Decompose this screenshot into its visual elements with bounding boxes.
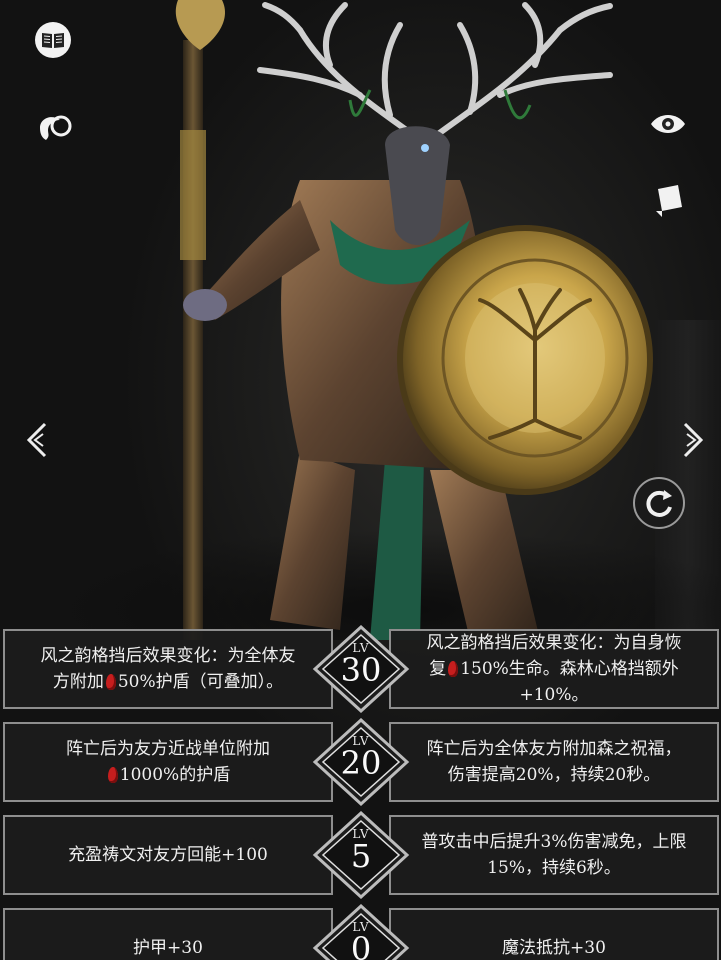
next-arrow-icon[interactable] bbox=[676, 420, 712, 460]
level-number: 20 bbox=[340, 744, 382, 782]
skill-text-line: 风之韵格挡后效果变化：为自身恢 bbox=[426, 633, 682, 653]
skill-text-line: +10%。 bbox=[519, 685, 589, 705]
level-number: 5 bbox=[350, 837, 372, 875]
skill-text-line: 阵亡后为全体友方附加森之祝福， bbox=[426, 739, 682, 759]
antlers bbox=[257, 2, 613, 143]
skill-effect-right: 阵亡后为全体友方附加森之祝福， 伤害提高20%，持续20秒。 bbox=[389, 722, 719, 802]
card-icon[interactable] bbox=[648, 180, 688, 220]
level-number: 30 bbox=[340, 651, 382, 689]
skill-effect-left: 风之韵格挡后效果变化：为全体友 方附加 50%护盾（可叠加）。 bbox=[3, 629, 333, 709]
prev-arrow-icon[interactable] bbox=[18, 420, 54, 460]
eye-icon[interactable] bbox=[648, 106, 688, 142]
rotate-icon[interactable] bbox=[632, 476, 686, 530]
character-figure[interactable] bbox=[150, 0, 680, 640]
level-badge: LV 30 bbox=[311, 625, 411, 713]
level-number: 0 bbox=[350, 930, 372, 960]
level-badge: LV 0 bbox=[311, 904, 411, 960]
skill-text-line: 风之韵格挡后效果变化：为全体友 bbox=[40, 646, 296, 666]
level-badge: LV 20 bbox=[311, 718, 411, 806]
skill-text-line: 15%，持续6秒。 bbox=[487, 858, 621, 878]
skill-effect-right: 风之韵格挡后效果变化：为自身恢复 150%生命。森林心格挡额外 +10%。 bbox=[389, 629, 719, 709]
blood-drop-icon bbox=[448, 661, 459, 677]
skill-text-line: 1000%的护盾 bbox=[66, 762, 270, 788]
skill-text-line: 护甲+30 bbox=[133, 938, 203, 958]
skill-text-line: 伤害提高20%，持续20秒。 bbox=[447, 765, 661, 785]
blood-drop-icon bbox=[107, 767, 118, 783]
book-icon[interactable] bbox=[33, 20, 73, 60]
chat-bubble-icon[interactable] bbox=[34, 106, 74, 146]
level-badge: LV 5 bbox=[311, 811, 411, 899]
skill-text-line: 充盈祷文对友方回能+100 bbox=[68, 845, 268, 865]
skill-text-line: 阵亡后为友方近战单位附加 bbox=[66, 739, 270, 759]
skill-row[interactable]: 充盈祷文对友方回能+100 普攻击中后提升3%伤害减免，上限 15%，持续6秒。 LV… bbox=[3, 811, 719, 899]
skill-row[interactable]: 护甲+30 魔法抵抗+30 LV 0 bbox=[3, 904, 719, 960]
skill-text-line: 复 150%生命。森林心格挡额外 bbox=[429, 659, 679, 679]
skill-effect-left: 充盈祷文对友方回能+100 bbox=[3, 815, 333, 895]
skill-row[interactable]: 阵亡后为友方近战单位附加 1000%的护盾 阵亡后为全体友方附加森之祝福， 伤害提高2… bbox=[3, 718, 719, 806]
skill-text-line: 方附加 50%护盾（可叠加）。 bbox=[52, 672, 284, 692]
skill-effect-right: 魔法抵抗+30 bbox=[389, 908, 719, 960]
skill-effect-right: 普攻击中后提升3%伤害减免，上限 15%，持续6秒。 bbox=[389, 815, 719, 895]
blood-drop-icon bbox=[105, 674, 116, 690]
skill-row[interactable]: 风之韵格挡后效果变化：为全体友 方附加 50%护盾（可叠加）。 风之韵格挡后效果变化：… bbox=[3, 625, 719, 713]
skill-text-line: 魔法抵抗+30 bbox=[502, 938, 606, 958]
skill-effect-left: 阵亡后为友方近战单位附加 1000%的护盾 bbox=[3, 722, 333, 802]
skill-effect-left: 护甲+30 bbox=[3, 908, 333, 960]
skill-text-line: 普攻击中后提升3%伤害减免，上限 bbox=[421, 832, 687, 852]
